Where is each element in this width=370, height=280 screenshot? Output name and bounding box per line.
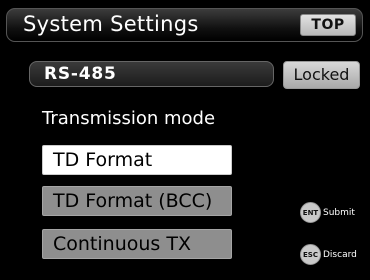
option-continuous-tx[interactable]: Continuous TX <box>42 229 232 259</box>
top-button[interactable]: TOP <box>300 14 356 36</box>
port-select-field[interactable]: RS-485 <box>29 61 274 87</box>
locked-button[interactable]: Locked <box>283 61 360 89</box>
esc-discard-key[interactable]: ESC Discard <box>300 244 357 265</box>
port-value: RS-485 <box>44 64 117 84</box>
option-td-format-bcc[interactable]: TD Format (BCC) <box>42 186 232 216</box>
option-td-format[interactable]: TD Format <box>42 145 232 175</box>
discard-label: Discard <box>323 249 357 260</box>
submit-label: Submit <box>323 207 355 218</box>
esc-key-icon: ESC <box>300 244 321 265</box>
ent-key-icon: ENT <box>300 202 321 223</box>
title-bar: System Settings TOP <box>6 8 363 42</box>
page-title: System Settings <box>23 12 199 36</box>
ent-submit-key[interactable]: ENT Submit <box>300 202 355 223</box>
transmission-mode-label: Transmission mode <box>42 108 216 129</box>
settings-screen: System Settings TOP RS-485 Locked Transm… <box>0 0 370 280</box>
